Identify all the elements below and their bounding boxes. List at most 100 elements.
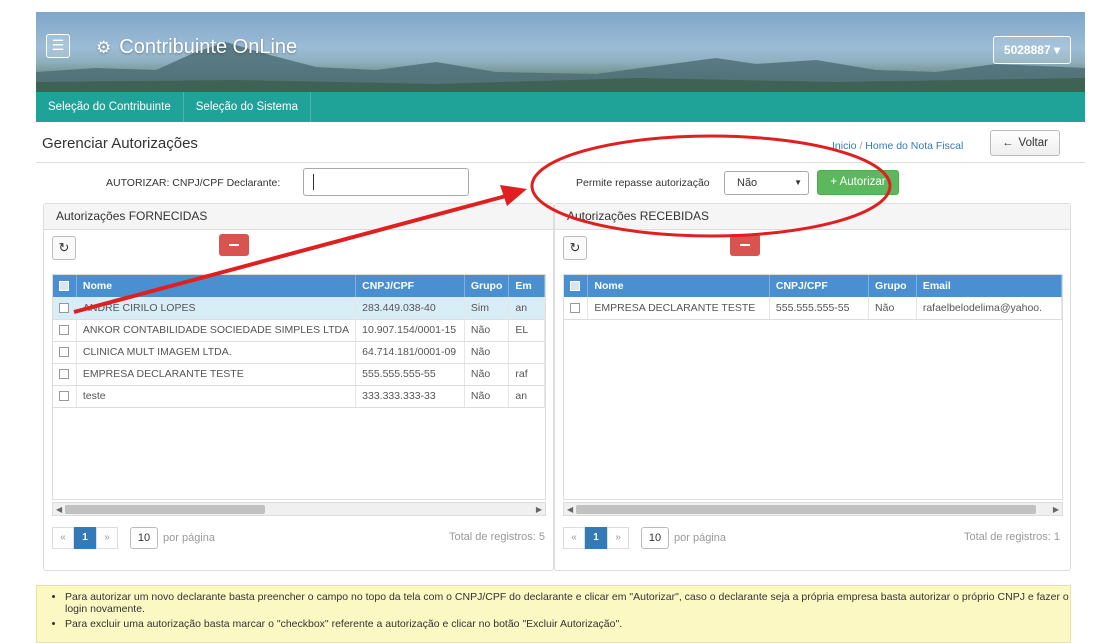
row-checkbox[interactable]	[59, 347, 69, 358]
breadcrumb-inicio[interactable]: Inicio	[832, 140, 857, 152]
page-number-button[interactable]: 1	[74, 527, 96, 549]
scroll-right-icon[interactable]: ▶	[1053, 503, 1059, 516]
cell-cnpj: 64.714.181/0001-09	[355, 341, 465, 364]
cell-grupo: Não	[464, 385, 510, 408]
cell-email: an	[508, 297, 545, 320]
row-checkbox[interactable]	[59, 302, 69, 313]
column-header-email[interactable]: Em	[508, 275, 545, 297]
cell-cnpj: 555.555.555-55	[769, 297, 870, 320]
cell-cnpj: 555.555.555-55	[355, 363, 465, 386]
recebidas-table: Nome CNPJ/CPF Grupo Email EMPRESA DECLAR…	[564, 275, 1062, 320]
gear-icon: ⚙	[96, 37, 112, 57]
column-header-email[interactable]: Email	[916, 275, 1062, 297]
excluir-autorizacao-button[interactable]	[730, 234, 760, 256]
top-nav: Seleção do Contribuinte Seleção do Siste…	[36, 92, 1085, 122]
column-header-cnpj[interactable]: CNPJ/CPF	[355, 275, 465, 297]
column-header-grupo[interactable]: Grupo	[868, 275, 917, 297]
column-header-nome[interactable]: Nome	[587, 275, 770, 297]
breadcrumb: Inicio / Home do Nota Fiscal	[832, 140, 963, 152]
app-title[interactable]: ⚙ Contribuinte OnLine	[96, 36, 297, 59]
recebidas-grid: Nome CNPJ/CPF Grupo Email EMPRESA DECLAR…	[563, 274, 1063, 500]
cell-email: an	[508, 385, 545, 408]
row-checkbox[interactable]	[59, 391, 69, 402]
recebidas-panel-title: Autorizações RECEBIDAS	[555, 204, 1070, 230]
next-page-button[interactable]: »	[96, 527, 118, 549]
scrollbar-thumb[interactable]	[576, 505, 1036, 514]
table-row[interactable]: ANKOR CONTABILIDADE SOCIEDADE SIMPLES LT…	[53, 319, 545, 342]
select-all-cell[interactable]	[564, 275, 589, 297]
horizontal-scrollbar[interactable]: ◀ ▶	[563, 502, 1063, 516]
recebidas-toolbar: ↻	[555, 230, 1070, 264]
repasse-select[interactable]: Não ▼	[724, 171, 809, 195]
fornecidas-grid: Nome CNPJ/CPF Grupo Em ANDRE CIRILO LOPE…	[52, 274, 546, 500]
cell-email	[508, 341, 545, 364]
autorizar-label: AUTORIZAR: CNPJ/CPF Declarante:	[106, 177, 281, 189]
select-all-checkbox[interactable]	[59, 281, 69, 292]
refresh-button[interactable]: ↻	[563, 236, 587, 260]
next-page-button[interactable]: »	[607, 527, 629, 549]
per-page-select[interactable]: 10	[130, 527, 158, 549]
nav-item-selecao-contribuinte[interactable]: Seleção do Contribuinte	[36, 92, 184, 122]
select-all-checkbox[interactable]	[570, 281, 580, 292]
row-checkbox[interactable]	[570, 302, 580, 313]
table-row[interactable]: teste 333.333.333-33 Não an	[53, 385, 545, 408]
page-number-button[interactable]: 1	[585, 527, 607, 549]
pagination: « 1 » 10 por página	[52, 526, 215, 550]
scrollbar-thumb[interactable]	[65, 505, 265, 514]
page-title: Gerenciar Autorizações	[42, 135, 198, 152]
total-records: Total de registros: 1	[964, 531, 1060, 543]
select-arrow-icon: ▼	[794, 178, 802, 187]
table-row[interactable]: EMPRESA DECLARANTE TESTE 555.555.555-55 …	[53, 363, 545, 386]
fornecidas-table: Nome CNPJ/CPF Grupo Em ANDRE CIRILO LOPE…	[53, 275, 545, 408]
column-header-nome[interactable]: Nome	[76, 275, 357, 297]
divider	[36, 162, 1085, 163]
cell-cnpj: 283.449.038-40	[355, 297, 465, 320]
fornecidas-panel-title: Autorizações FORNECIDAS	[44, 204, 553, 230]
back-button-label: Voltar	[1018, 137, 1048, 149]
scroll-left-icon[interactable]: ◀	[56, 503, 62, 516]
back-button[interactable]: ← Voltar	[990, 130, 1060, 156]
breadcrumb-home-nota-fiscal[interactable]: Home do Nota Fiscal	[865, 140, 963, 152]
help-item: Para autorizar um novo declarante basta …	[65, 591, 1070, 615]
cell-grupo: Não	[868, 297, 917, 320]
cell-email: EL	[508, 319, 545, 342]
prev-page-button[interactable]: «	[563, 527, 585, 549]
nav-item-selecao-sistema[interactable]: Seleção do Sistema	[184, 92, 312, 122]
total-records: Total de registros: 5	[449, 531, 545, 543]
user-menu-button[interactable]: 5028887 ▾	[992, 36, 1071, 64]
table-header-row: Nome CNPJ/CPF Grupo Email	[564, 275, 1062, 297]
repasse-select-value: Não	[737, 177, 758, 189]
cnpj-cpf-input[interactable]	[303, 168, 469, 196]
per-page-select[interactable]: 10	[641, 527, 669, 549]
cell-cnpj: 333.333.333-33	[355, 385, 465, 408]
cell-nome: ANDRE CIRILO LOPES	[76, 297, 357, 320]
row-checkbox[interactable]	[59, 369, 69, 380]
table-header-row: Nome CNPJ/CPF Grupo Em	[53, 275, 545, 297]
column-header-grupo[interactable]: Grupo	[464, 275, 510, 297]
cell-nome: ANKOR CONTABILIDADE SOCIEDADE SIMPLES LT…	[76, 319, 357, 342]
recebidas-panel: Autorizações RECEBIDAS ↻ Nome CNPJ/CPF G…	[554, 203, 1071, 571]
horizontal-scrollbar[interactable]: ◀ ▶	[52, 502, 546, 516]
cell-email: rafaelbelodelima@yahoo.	[916, 297, 1062, 320]
hamburger-menu-button[interactable]: ☰	[46, 34, 70, 58]
scroll-right-icon[interactable]: ▶	[536, 503, 542, 516]
cell-grupo: Não	[464, 319, 510, 342]
app-title-text: Contribuinte OnLine	[119, 36, 298, 58]
table-row[interactable]: EMPRESA DECLARANTE TESTE 555.555.555-55 …	[564, 297, 1062, 320]
prev-page-button[interactable]: «	[52, 527, 74, 549]
row-checkbox[interactable]	[59, 325, 69, 336]
cell-grupo: Não	[464, 363, 510, 386]
column-header-cnpj[interactable]: CNPJ/CPF	[769, 275, 870, 297]
scroll-left-icon[interactable]: ◀	[567, 503, 573, 516]
cell-email: raf	[508, 363, 545, 386]
excluir-autorizacao-button[interactable]	[219, 234, 249, 256]
per-page-label: por página	[674, 532, 726, 544]
select-all-cell[interactable]	[53, 275, 77, 297]
table-row[interactable]: CLINICA MULT IMAGEM LTDA. 64.714.181/000…	[53, 341, 545, 364]
refresh-icon: ↻	[58, 240, 70, 255]
hamburger-icon: ☰	[51, 37, 65, 53]
refresh-button[interactable]: ↻	[52, 236, 76, 260]
table-row[interactable]: ANDRE CIRILO LOPES 283.449.038-40 Sim an	[53, 297, 545, 320]
text-caret	[313, 174, 314, 190]
autorizar-button[interactable]: + Autorizar	[817, 170, 899, 195]
